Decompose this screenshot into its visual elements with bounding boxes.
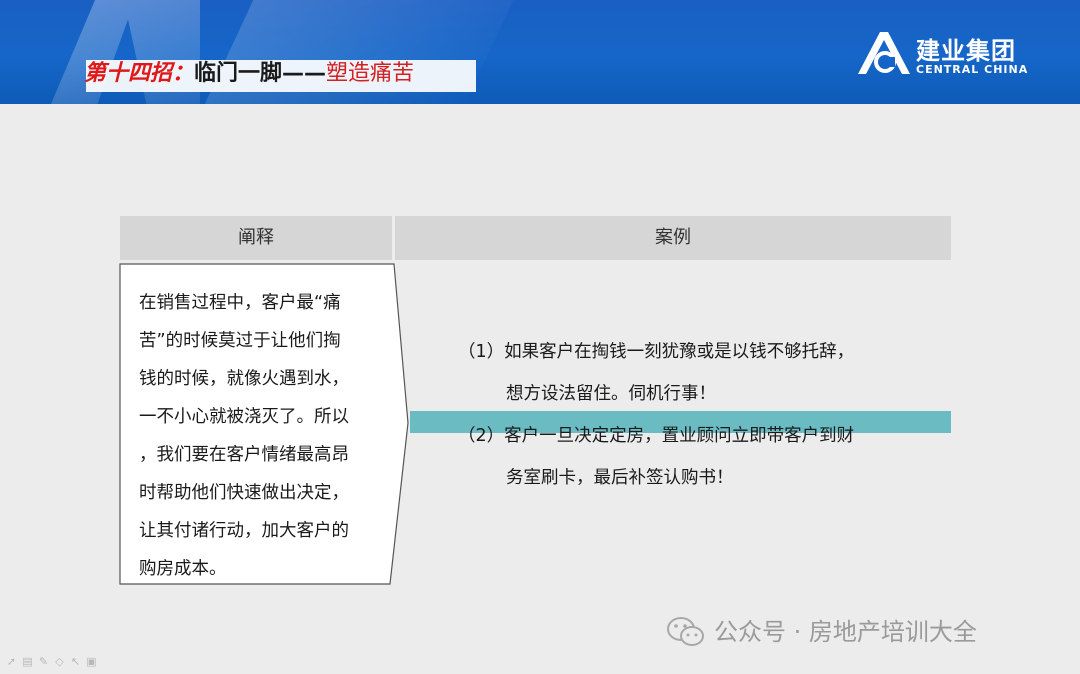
- title-part-3: 塑造痛苦: [326, 61, 415, 86]
- explanation-text: 在销售过程中，客户最“痛 苦”的时候莫过于让他们掏 钱的时候，就像火遇到水， 一…: [139, 293, 349, 579]
- case-item-1-line-1: （1）如果客户在掏钱一刻犹豫或是以钱不够托辞，: [458, 342, 855, 362]
- logo-chinese-name: 建业集团: [916, 37, 1016, 65]
- logo-english-name: CENTRAL CHINA: [916, 63, 1029, 76]
- explanation-callout: 在销售过程中，客户最“痛 苦”的时候莫过于让他们掏 钱的时候，就像火遇到水， 一…: [119, 263, 409, 585]
- case-list: （1）如果客户在掏钱一刻犹豫或是以钱不够托辞， 想方设法留住。伺机行事！ （2）…: [458, 331, 958, 499]
- wechat-icon: [667, 617, 704, 646]
- title-part-1: 第十四招：: [84, 61, 195, 86]
- case-item-2-line-1: （2）客户一旦决定定房，置业顾问立即带客户到财: [458, 426, 855, 446]
- slideshow-toolbar: ➚ ▤ ✎ ◇ ↖ ▣: [6, 654, 116, 668]
- column-header-explanation: 阐释: [120, 216, 392, 260]
- company-logo: 建业集团 CENTRAL CHINA: [858, 30, 1028, 80]
- watermark-text: 公众号 · 房地产培训大全: [714, 618, 977, 646]
- case-item-1-line-2: 想方设法留住。伺机行事！: [506, 384, 716, 404]
- header-banner: 第十四招：临门一脚——塑造痛苦 建业集团 CENTRAL CHINA: [0, 0, 1080, 104]
- case-item-2-line-2: 务室刷卡，最后补签认购书！: [506, 468, 734, 488]
- slide-title: 第十四招：临门一脚——塑造痛苦: [84, 58, 414, 90]
- column-header-case: 案例: [395, 216, 951, 260]
- pen-icon[interactable]: ✎: [38, 656, 49, 667]
- title-part-2: 临门一脚——: [194, 61, 327, 86]
- eraser-icon[interactable]: ◇: [54, 656, 65, 667]
- watermark: 公众号 · 房地产培训大全: [666, 612, 1056, 652]
- pointer-icon[interactable]: ↖: [70, 656, 81, 667]
- slides-icon[interactable]: ▤: [22, 656, 33, 667]
- arrow-icon[interactable]: ➚: [6, 656, 17, 667]
- camera-icon[interactable]: ▣: [86, 656, 97, 667]
- logo-mark-icon: [858, 32, 910, 74]
